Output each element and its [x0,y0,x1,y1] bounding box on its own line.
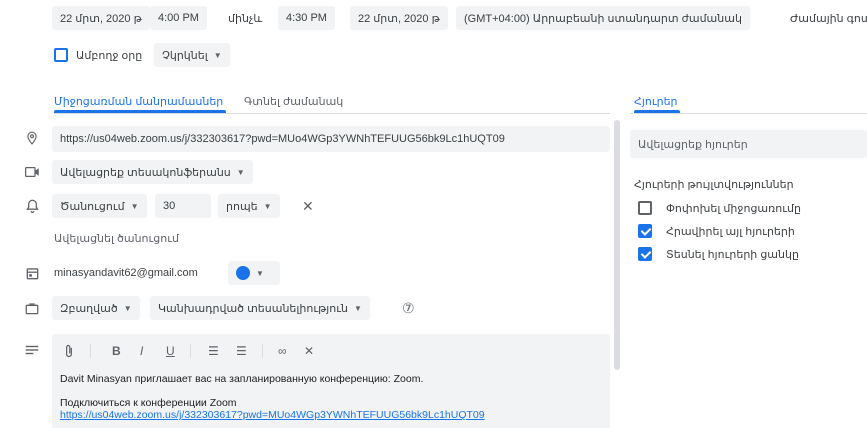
to-label: մինչև [228,12,263,25]
end-time-button[interactable]: 4:30 PM [278,6,335,30]
busy-status-text: Զբաղված [60,302,118,315]
perm-see-list-checkbox[interactable] [638,247,652,261]
perm-invite-label: Հրավիրել այլ հյուրերի [666,225,795,238]
all-day-checkbox[interactable] [54,48,68,62]
perm-modify-label: Փոփոխել միջոցառումը [666,202,801,215]
repeat-dropdown[interactable]: Չկրկնել ▼ [154,43,230,67]
video-conference-text: Ավելացրեք տեսակոնֆերանս [60,166,231,179]
add-guests-input[interactable]: Ավելացրեք հյուրեր [630,130,867,158]
notification-type-text: Ծանուցում [60,200,125,213]
location-pin-icon [24,130,40,146]
add-guests-placeholder: Ավելացրեք հյուրեր [638,138,748,151]
help-icon[interactable]: ⑦ [402,296,415,320]
chevron-down-icon: ▼ [213,50,222,60]
end-date-text: 22 մրտ, 2020 թ [358,12,440,25]
briefcase-icon [24,300,40,316]
description-line-2: Подключиться к конференции Zoom [60,397,237,409]
perm-see-list-label: Տեսնել հյուրերի ցանկը [666,248,799,261]
timezone-button[interactable]: (GMT+04:00) Արրաբեանի ստանդարտ ժամանակ [456,6,750,30]
location-value: https://us04web.zoom.us/j/332303617?pwd=… [60,133,505,145]
timezone-text: (GMT+04:00) Արրաբեանի ստանդարտ ժամանակ [464,12,742,25]
italic-icon[interactable]: I [140,342,143,360]
bullet-list-icon[interactable]: ☰ [236,342,247,360]
bell-icon [24,198,40,214]
video-camera-icon [24,164,40,180]
end-date-button[interactable]: 22 մրտ, 2020 թ [350,6,448,30]
chevron-down-icon: ▼ [256,268,264,278]
guests-header: Հյուրեր [634,96,678,108]
all-day-label: Ամբողջ օրը [76,49,143,62]
guests-divider [630,113,867,114]
notification-type-dropdown[interactable]: Ծանուցում ▼ [52,194,147,218]
chevron-down-icon: ▼ [236,167,245,177]
add-video-conference-button[interactable]: Ավելացրեք տեսակոնֆերանս ▼ [52,160,253,184]
notification-value-text: 30 [163,200,176,212]
location-input[interactable]: https://us04web.zoom.us/j/332303617?pwd=… [52,126,610,152]
visibility-text: Կանխադրված տեսանելիություն [158,302,348,315]
numbered-list-icon[interactable]: ☰ [208,342,219,360]
perm-modify-checkbox[interactable] [638,201,652,215]
toolbar-separator [190,344,191,358]
tab-find-time[interactable]: Գտնել ժամանակ [244,95,343,108]
chevron-down-icon: ▼ [123,303,132,313]
description-line-1: Davit Minasyan приглашает вас на заплани… [60,373,424,385]
repeat-text: Չկրկնել [162,49,208,62]
tab-event-details[interactable]: Միջոցառման մանրամասներ [54,95,223,108]
chevron-down-icon: ▼ [130,201,139,211]
bold-icon[interactable]: B [112,342,121,360]
chevron-down-icon: ▼ [353,303,362,313]
start-time-button[interactable]: 4:00 PM [150,6,207,30]
calendar-icon [24,265,40,281]
tabs-divider [54,113,610,114]
visibility-dropdown[interactable]: Կանխադրված տեսանելիություն ▼ [150,296,370,320]
calendar-color-dropdown[interactable]: ▼ [228,261,280,285]
perm-invite-checkbox[interactable] [638,224,652,238]
chevron-down-icon: ▼ [263,201,272,211]
timezone-link[interactable]: Ժամային գոտ [790,6,867,30]
scrollbar-thumb[interactable] [614,120,620,370]
notification-unit-text: րոպե [226,200,258,213]
add-notification-link[interactable]: Ավելացնել ծանուցում [54,226,179,250]
insert-link-icon[interactable]: ∞ [278,342,287,360]
calendar-email: minasyandavit62@gmail.com [54,267,198,279]
start-date-button[interactable]: 22 մրտ, 2020 թ [52,6,150,30]
toolbar-separator [262,344,263,358]
start-date-text: 22 մրտ, 2020 թ [60,12,142,25]
start-time-text: 4:00 PM [158,12,199,24]
guest-permissions-title: Հյուրերի թույլտվություններ [634,178,794,191]
remove-notification-icon[interactable]: ✕ [302,194,314,218]
description-zoom-link[interactable]: https://us04web.zoom.us/j/332303617?pwd=… [60,409,485,421]
notification-value-input[interactable]: 30 [155,194,211,218]
toolbar-separator [90,344,91,358]
notification-unit-dropdown[interactable]: րոպե ▼ [218,194,280,218]
underline-icon[interactable]: U [166,342,175,360]
color-swatch [236,266,250,280]
clear-format-icon[interactable]: ✕ [304,342,314,360]
busy-status-dropdown[interactable]: Զբաղված ▼ [52,296,140,320]
attach-icon[interactable] [64,342,74,360]
description-lines-icon [24,342,40,358]
end-time-text: 4:30 PM [286,12,327,24]
